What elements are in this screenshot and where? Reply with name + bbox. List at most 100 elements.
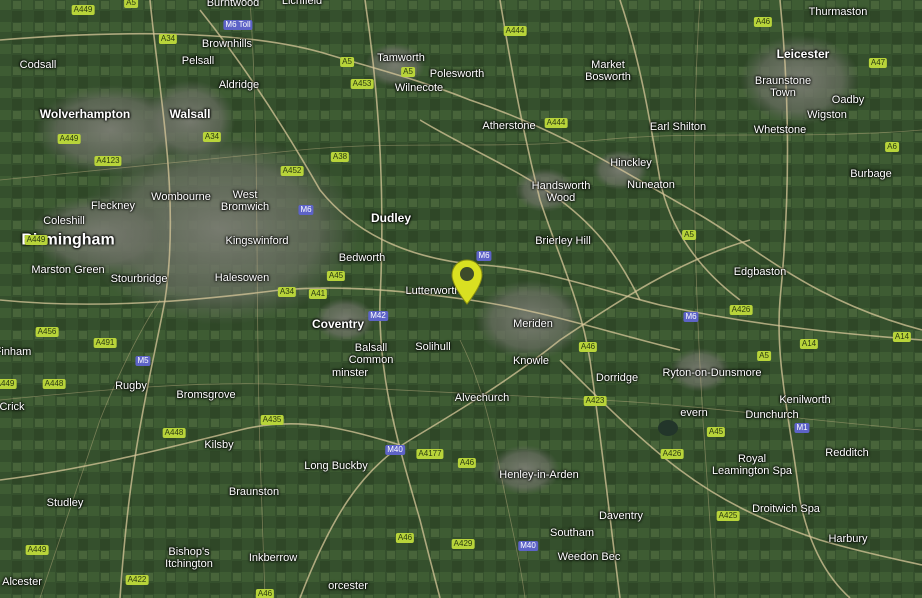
a-road-shield: A435 (260, 415, 284, 425)
a-road-shield: A45 (706, 427, 726, 437)
place-label: Alcester (2, 576, 42, 588)
a-road-shield: A452 (280, 166, 304, 176)
place-label: Southam (549, 527, 595, 539)
a-road-shield: A5 (757, 351, 771, 361)
a-road-shield: A14 (799, 339, 819, 349)
a-road-shield: A41 (308, 289, 328, 299)
place-label: Wigston (807, 109, 847, 121)
place-label: Marston Green (31, 264, 105, 276)
a-road-shield: A491 (93, 338, 117, 348)
place-label: Oadby (831, 94, 865, 106)
motorway-shield: M40 (518, 541, 538, 551)
a-road-shield: A46 (753, 17, 773, 27)
place-label: Polesworth (429, 68, 485, 80)
a-road-shield: A448 (42, 379, 66, 389)
place-label: Nuneaton (627, 179, 675, 191)
a-road-shield: A46 (395, 533, 415, 543)
place-label: Kingswinford (225, 235, 289, 247)
map-pin-icon[interactable] (449, 258, 485, 306)
place-label: Royal Leamington Spa (711, 453, 793, 477)
a-road-shield: A448 (162, 428, 186, 438)
a-road-shield: A5 (682, 230, 696, 240)
place-label: evern (680, 407, 708, 419)
a-road-shield: A426 (729, 305, 753, 315)
place-label: Dorridge (595, 372, 639, 384)
place-label: Studley (46, 497, 84, 509)
motorway-shield: M42 (368, 311, 388, 321)
a-road-shield: A422 (125, 575, 149, 585)
a-road-shield: A449 (0, 379, 17, 389)
a-road-shield: A46 (457, 458, 477, 468)
place-label: Leicester (776, 47, 830, 61)
place-label: Balsall Common (348, 342, 394, 366)
place-label: Thurmaston (808, 6, 868, 18)
place-label: Burntwood (206, 0, 260, 9)
place-label: Burbage (850, 168, 892, 180)
a-road-shield: A34 (158, 34, 178, 44)
place-label: Dunchurch (745, 409, 799, 421)
place-label: Brierley Hill (535, 235, 591, 247)
motorway-shield: M6 (298, 205, 314, 215)
a-road-shield: A423 (583, 396, 607, 406)
place-label: Wombourne (151, 191, 211, 203)
place-label: Tamworth (377, 52, 425, 64)
a-road-shield: A47 (868, 58, 888, 68)
place-label: Daventry (598, 510, 644, 522)
a-road-shield: A453 (350, 79, 374, 89)
place-label: Alvechurch (454, 392, 510, 404)
place-label: Wilnecote (394, 82, 444, 94)
a-road-shield: A6 (885, 142, 899, 152)
a-road-shield: A456 (35, 327, 59, 337)
place-label: Lichfield (281, 0, 323, 7)
place-label: Handsworth Wood (531, 180, 591, 204)
place-label: Dudley (370, 211, 412, 225)
place-label: Earl Shilton (649, 121, 707, 133)
a-road-shield: A5 (340, 57, 354, 67)
place-label: Kenilworth (779, 394, 831, 406)
place-label: Finham (0, 346, 32, 358)
place-label: Harbury (828, 533, 868, 545)
place-label: minster (331, 367, 369, 379)
a-road-shield: A14 (892, 332, 912, 342)
a-road-shield: A45 (326, 271, 346, 281)
a-road-shield: A449 (57, 134, 81, 144)
place-label: Whetstone (753, 124, 807, 136)
motorway-shield: M40 (385, 445, 405, 455)
place-label: Ryton-on-Dunsmore (662, 367, 762, 379)
place-label: Bedworth (338, 252, 386, 264)
place-label: Walsall (169, 107, 211, 121)
a-road-shield: A449 (25, 545, 49, 555)
place-label: Stourbridge (110, 273, 168, 285)
a-road-shield: A38 (330, 152, 350, 162)
place-label: Weedon Bec (557, 551, 621, 563)
place-label: Coventry (311, 317, 365, 331)
a-road-shield: A34 (277, 287, 297, 297)
place-label: Coleshill (43, 215, 85, 227)
place-label: orcester (328, 580, 368, 592)
motorway-shield: M5 (135, 356, 151, 366)
place-label: Long Buckby (304, 460, 368, 472)
a-road-shield: A34 (202, 132, 222, 142)
place-label: Solihull (415, 341, 451, 353)
place-label: Pelsall (181, 55, 215, 67)
a-road-shield: A449 (71, 5, 95, 15)
a-road-shield: A5 (124, 0, 138, 8)
a-road-shield: A425 (716, 511, 740, 521)
place-label: Meriden (513, 318, 553, 330)
place-label: Droitwich Spa (752, 503, 820, 515)
place-label: Crick (0, 401, 25, 413)
place-label: Bishop's Itchington (165, 546, 213, 570)
motorway-shield: M6 Toll (223, 20, 253, 30)
motorway-shield: M1 (794, 423, 810, 433)
place-label: Knowle (512, 355, 550, 367)
place-label: Inkberrow (248, 552, 298, 564)
place-label: Atherstone (482, 120, 536, 132)
place-label: Halesowen (214, 272, 270, 284)
a-road-shield: A4123 (94, 156, 122, 166)
a-road-shield: A429 (451, 539, 475, 549)
a-road-shield: A444 (544, 118, 568, 128)
satellite-map[interactable]: Burntwood Lichfield Thurmaston Brownhills Co… (0, 0, 922, 598)
place-label: Bromsgrove (176, 389, 236, 401)
place-label: Hinckley (610, 157, 652, 169)
place-label: Braunstone Town (754, 75, 812, 99)
